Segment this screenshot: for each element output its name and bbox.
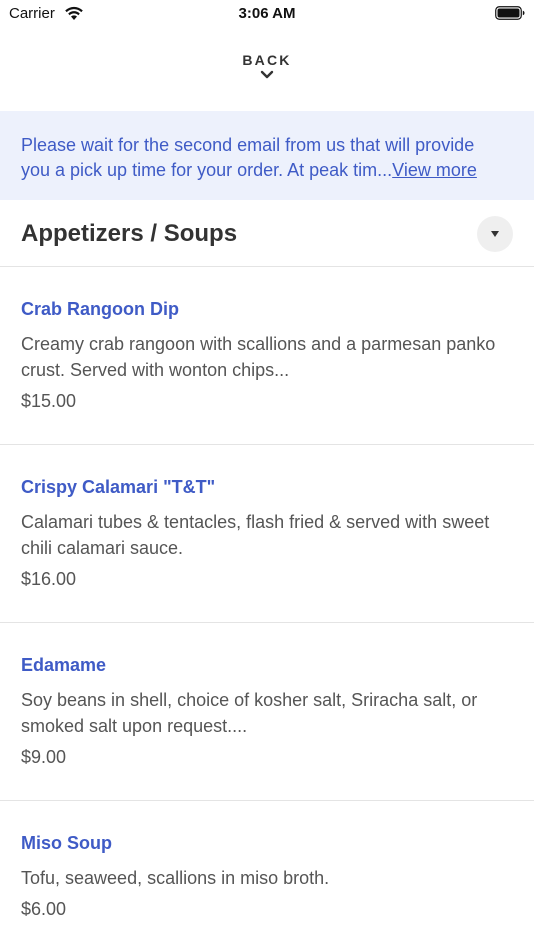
- menu-item-price: $16.00: [21, 569, 77, 589]
- battery-icon: [495, 6, 525, 20]
- back-label: BACK: [242, 52, 292, 68]
- menu-item-list: Crab Rangoon Dip Creamy crab rangoon wit…: [0, 267, 534, 950]
- menu-item-description: Soy beans in shell, choice of kosher sal…: [21, 690, 478, 736]
- menu-item-description: Calamari tubes & tentacles, flash fried …: [21, 512, 490, 558]
- caret-down-icon: [491, 231, 499, 237]
- menu-item-description: Creamy crab rangoon with scallions and a…: [21, 334, 496, 380]
- section-toggle-button[interactable]: [477, 216, 513, 252]
- menu-item-description: Tofu, seaweed, scallions in miso broth.: [21, 868, 330, 888]
- menu-item[interactable]: Edamame Soy beans in shell, choice of ko…: [0, 623, 534, 801]
- section-header[interactable]: Appetizers / Soups: [0, 200, 534, 267]
- menu-item-name: Edamame: [21, 655, 107, 675]
- menu-item-price: $6.00: [21, 899, 67, 919]
- menu-item[interactable]: Miso Soup Tofu, seaweed, scallions in mi…: [0, 801, 534, 950]
- menu-item[interactable]: Crispy Calamari "T&T" Calamari tubes & t…: [0, 445, 534, 623]
- view-more-link[interactable]: View more: [392, 160, 477, 180]
- status-bar: Carrier 3:06 AM: [0, 0, 534, 30]
- menu-item-name: Crispy Calamari "T&T": [21, 477, 216, 497]
- clock-time: 3:06 AM: [238, 5, 296, 22]
- menu-item-name: Crab Rangoon Dip: [21, 299, 179, 319]
- notice-line-2: you a pick up time for your order. At pe…: [21, 158, 477, 183]
- chevron-down-icon: [260, 70, 274, 79]
- menu-item[interactable]: Crab Rangoon Dip Creamy crab rangoon wit…: [0, 267, 534, 445]
- notice-line-2-text: you a pick up time for your order. At pe…: [21, 160, 393, 180]
- menu-item-name: Miso Soup: [21, 833, 112, 853]
- menu-item-price: $15.00: [21, 391, 77, 411]
- menu-item-price: $9.00: [21, 747, 67, 767]
- back-button[interactable]: BACK: [0, 52, 534, 80]
- notice-line-1: Please wait for the second email from us…: [21, 135, 475, 155]
- section-title: Appetizers / Soups: [21, 220, 238, 247]
- pickup-notice-banner: Please wait for the second email from us…: [0, 111, 534, 200]
